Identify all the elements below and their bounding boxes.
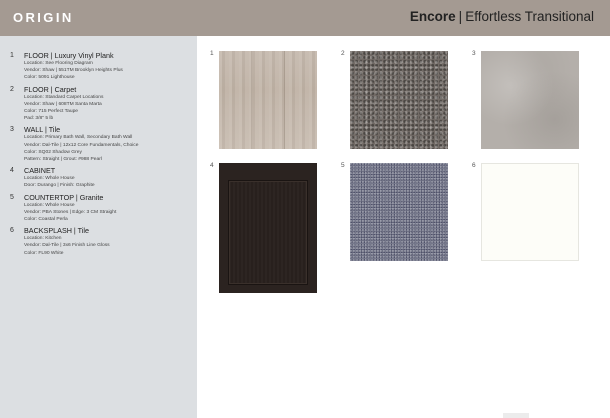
header-bar: ORIGIN Encore | Effortless Transitional	[0, 0, 610, 36]
spec-item-countertop: 5 COUNTERTOP | Granite Location: Whole H…	[10, 193, 194, 224]
carpet-swatch	[350, 51, 448, 149]
swatch-number: 6	[472, 162, 476, 169]
swatch-number: 5	[341, 162, 345, 169]
spec-item-detail: Vendor: PBA Stones | Edge: 3 CM Straight	[24, 209, 117, 215]
spec-item-title: COUNTERTOP | Granite	[24, 192, 104, 202]
spec-item-detail: Pad: 3/8" 5 lb	[24, 116, 54, 122]
spec-item-number: 4	[10, 167, 14, 175]
spec-item-detail: Pattern: Straight | Grout: #988 Pearl	[24, 157, 102, 163]
spec-item-detail: Color: FL90 White	[24, 250, 64, 256]
spec-item-detail: Vendor: Shaw | 551TM Brooklyn Heights Pl…	[24, 68, 123, 74]
spec-item-detail: Color: 715 Perfect Taupe	[24, 109, 79, 115]
spec-item-backsplash: 6 BACKSPLASH | Tile Location: Kitchen Ve…	[10, 226, 194, 257]
spec-item-detail: Location: Kitchen	[24, 236, 62, 242]
backsplash-tile-swatch	[481, 163, 579, 261]
spec-item-cabinet: 4 CABINET Location: Whole House Door: Du…	[10, 166, 194, 189]
footer-tab	[503, 413, 529, 418]
brand-logo: ORIGIN	[13, 10, 74, 25]
granite-swatch	[350, 163, 448, 261]
spec-item-floor-lvp: 1 FLOOR | Luxury Vinyl Plank Location: S…	[10, 51, 194, 82]
swatch-number: 4	[210, 162, 214, 169]
spec-item-detail: Color: SQ02 Shadow Grey	[24, 149, 82, 155]
spec-item-number: 2	[10, 85, 14, 93]
spec-item-title: WALL | Tile	[24, 125, 61, 135]
spec-item-number: 3	[10, 126, 14, 134]
spec-item-floor-carpet: 2 FLOOR | Carpet Location: Standard Carp…	[10, 85, 194, 123]
spec-list: 1 FLOOR | Luxury Vinyl Plank Location: S…	[10, 51, 194, 260]
spec-item-detail: Vendor: Shaw | 608TM Santa Marta	[24, 101, 102, 107]
spec-item-detail: Door: Durango | Finish: Graphite	[24, 183, 95, 189]
spec-item-detail: Location: See Flooring Diagram	[24, 61, 93, 66]
spec-item-detail: Location: Whole House	[24, 176, 75, 182]
spec-item-detail: Location: Whole House	[24, 202, 75, 208]
collection-name: Encore	[409, 9, 456, 24]
swatch-number: 2	[341, 50, 345, 57]
spec-item-title: FLOOR | Carpet	[24, 84, 77, 94]
spec-item-detail: Color: 5091 Lighthouse	[24, 75, 75, 81]
spec-item-number: 1	[10, 52, 14, 59]
spec-item-detail: Location: Standard Carpet Locations	[24, 94, 104, 100]
spec-item-title: CABINET	[24, 166, 56, 176]
spec-item-number: 5	[10, 193, 14, 201]
spec-item-title: BACKSPLASH | Tile	[24, 226, 89, 236]
swatch-number: 3	[472, 50, 476, 57]
cabinet-door-panel	[228, 180, 308, 285]
spec-item-detail: Location: Primary Bath Wall, Secondary B…	[24, 135, 133, 141]
vinyl-plank-swatch	[219, 51, 317, 149]
collection-title: Encore | Effortless Transitional	[410, 9, 594, 24]
collection-separator: |	[458, 9, 463, 24]
cabinet-door-swatch	[219, 163, 317, 293]
spec-item-detail: Color: Coastal Perla	[24, 217, 68, 223]
swatch-number: 1	[210, 50, 214, 57]
spec-item-number: 6	[10, 227, 14, 235]
spec-item-detail: Vendor: Dal-Tile | 3x6 Finish Line Gloss	[24, 243, 110, 249]
spec-item-title: FLOOR | Luxury Vinyl Plank	[24, 51, 114, 60]
wall-tile-swatch	[481, 51, 579, 149]
spec-item-wall-tile: 3 WALL | Tile Location: Primary Bath Wal…	[10, 125, 194, 163]
spec-item-detail: Vendor: Dal-Tile | 12x12 Core Fundamenta…	[24, 142, 139, 148]
collection-style: Effortless Transitional	[465, 9, 594, 24]
